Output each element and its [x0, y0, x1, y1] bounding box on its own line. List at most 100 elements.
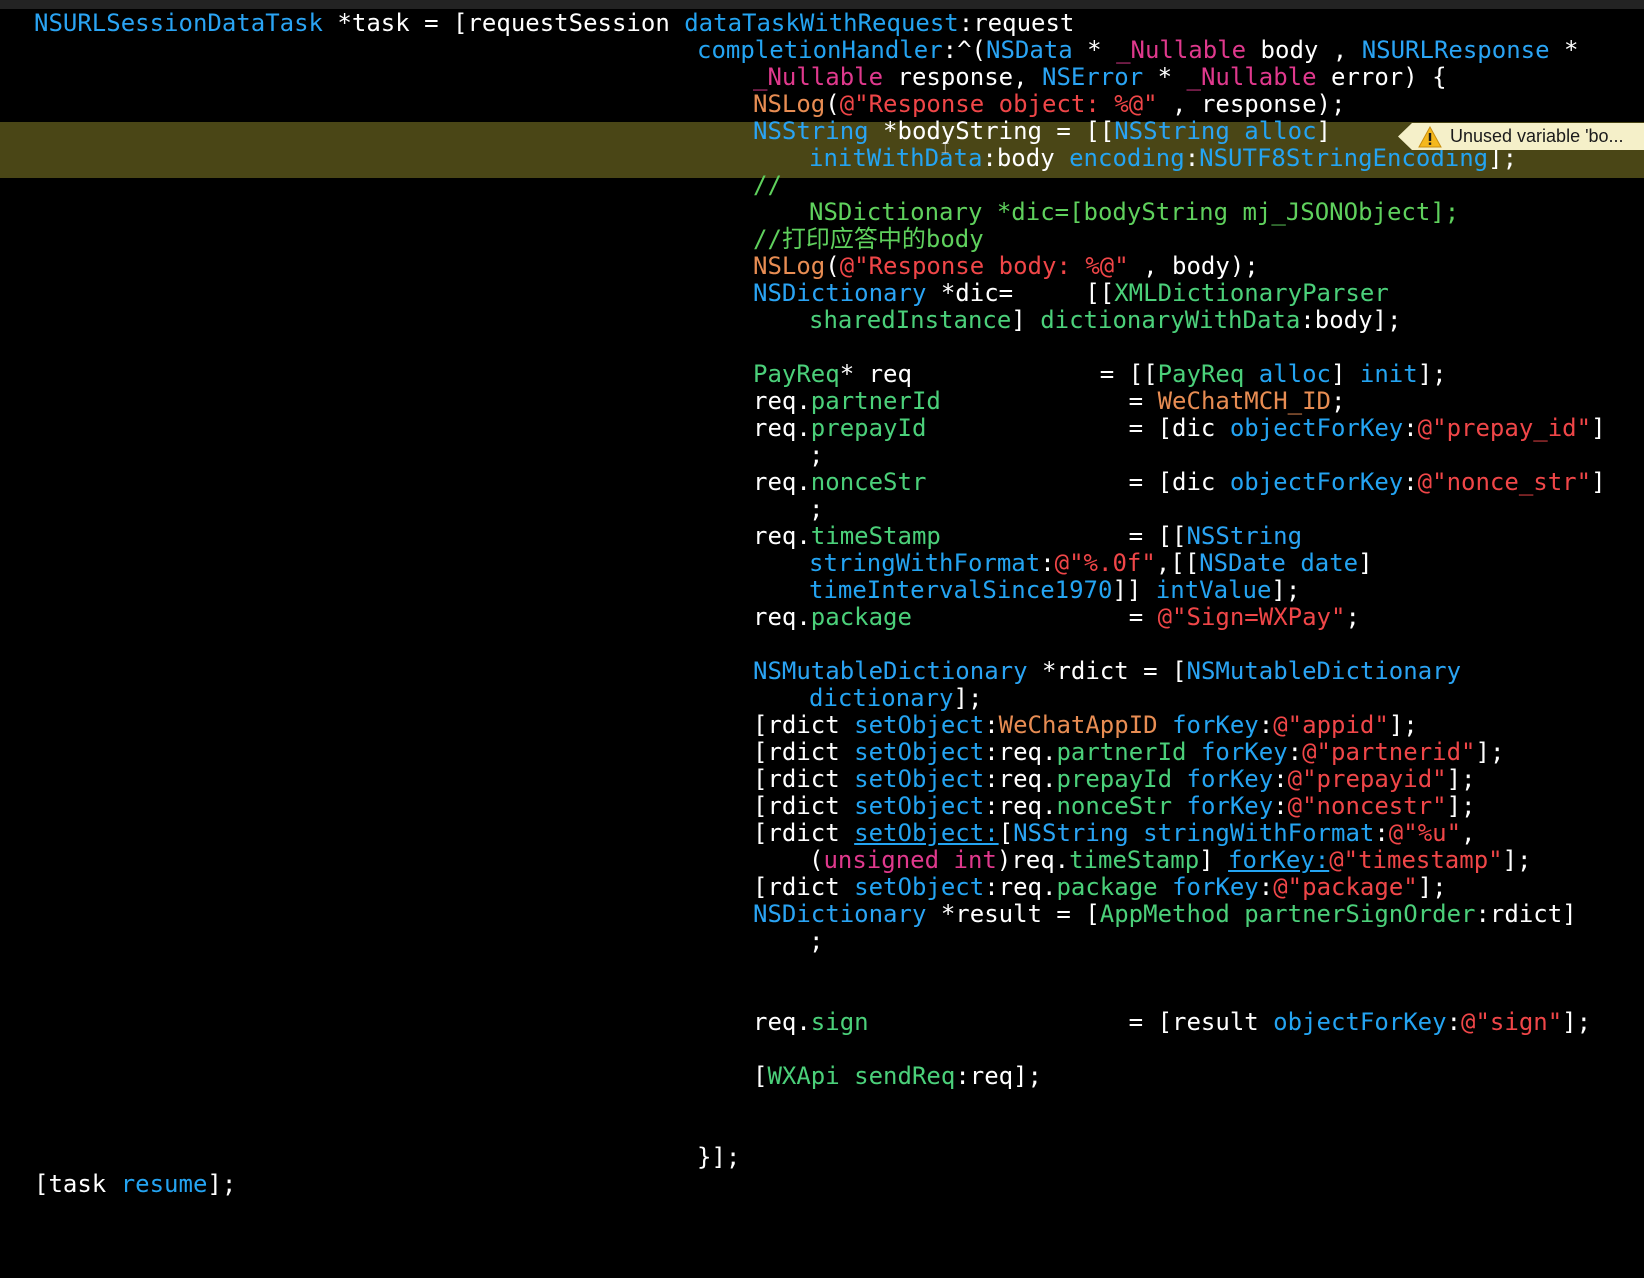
code-token: NSLog [753, 252, 826, 280]
code-token: partnerId [810, 387, 941, 415]
code-token: [rdict [753, 873, 855, 901]
code-line: [rdict setObject:req.partnerId forKey:@"… [753, 738, 1504, 766]
code-token: ]; [1475, 738, 1505, 766]
code-token: completionHandler [697, 36, 943, 64]
code-token: forKey: [1228, 846, 1330, 874]
code-token: req. [753, 1008, 811, 1036]
code-token: forKey [1200, 738, 1288, 766]
code-token: ] [1331, 360, 1360, 388]
code-token: unsigned int [823, 846, 997, 874]
code-token: partnerSignOrder [1244, 900, 1476, 928]
code-token: , [1461, 819, 1476, 847]
code-token: objectForKey [1229, 414, 1404, 442]
code-token: //打印应答中的body [753, 225, 984, 253]
warning-triangle-icon [1418, 125, 1442, 147]
code-token: prepayId [1056, 765, 1173, 793]
code-editor[interactable]: NSURLSessionDataTask *task = [requestSes… [0, 0, 1644, 1278]
code-token: _Nullable [1186, 63, 1317, 91]
code-token: = [[ [940, 522, 1187, 550]
code-line: req.timeStamp = [[NSString [753, 522, 1302, 550]
code-token: _Nullable [1116, 36, 1247, 64]
code-token: init [1359, 360, 1418, 388]
code-token: dictionary [809, 684, 954, 712]
code-token: = [result [868, 1008, 1274, 1036]
code-token: WXApi [767, 1062, 840, 1090]
code-token: sign [810, 1008, 869, 1036]
code-token: : [1403, 468, 1418, 496]
code-token: timeStamp [1069, 846, 1200, 874]
code-token: :req. [984, 792, 1057, 820]
code-token: }]; [697, 1143, 741, 1171]
code-token: req. [753, 522, 811, 550]
code-token: initWithData [809, 144, 983, 172]
code-token: ]; [1417, 873, 1447, 901]
code-token: : [1040, 549, 1055, 577]
code-token: ] [1316, 117, 1331, 145]
code-token: NSString [1114, 117, 1230, 145]
code-token: forKey [1172, 873, 1259, 901]
code-token: req. [753, 468, 811, 496]
code-token: NSString [1013, 819, 1129, 847]
code-line: [rdict setObject:req.package forKey:@"pa… [753, 873, 1447, 901]
code-token: forKey [1186, 792, 1274, 820]
code-token: :request [958, 9, 1075, 37]
code-token: body , [1246, 36, 1362, 64]
code-token: dictionaryWithData [1040, 306, 1301, 334]
code-line: req.package = @"Sign=WXPay"; [753, 603, 1360, 631]
code-token: * [1072, 36, 1117, 64]
code-token: ] [1358, 549, 1373, 577]
code-line: [rdict setObject:[NSString stringWithFor… [753, 819, 1476, 847]
code-token: *task = [requestSession [322, 9, 685, 37]
code-token: nonceStr [1056, 792, 1173, 820]
code-token: : [1258, 873, 1274, 901]
code-line: NSDictionary *result = [AppMethod partne… [753, 900, 1577, 928]
code-token: :^( [942, 36, 986, 64]
code-line: ; [809, 495, 823, 523]
unused-variable-warning[interactable]: Unused variable 'bo... [1398, 123, 1644, 150]
code-line: timeIntervalSince1970]] intValue]; [809, 576, 1300, 604]
code-token: = [940, 387, 1158, 415]
code-token: :req. [984, 873, 1057, 901]
code-token: NSMutableDictionary [753, 657, 1028, 685]
code-token: @"%.0f" [1054, 549, 1156, 577]
code-token: NSDate [1199, 549, 1286, 577]
code-line: req.sign = [result objectForKey:@"sign"]… [753, 1008, 1591, 1036]
code-line: _Nullable response, NSError * _Nullable … [753, 63, 1447, 91]
code-line: [rdict setObject:req.prepayId forKey:@"p… [753, 765, 1476, 793]
code-token: date [1300, 549, 1359, 577]
code-token: timeIntervalSince1970 [809, 576, 1113, 604]
code-token: [task [34, 1170, 121, 1198]
code-token: req. [753, 603, 811, 631]
code-token: ]; [1502, 846, 1532, 874]
code-token: [rdict [753, 738, 855, 766]
editor-top-edge [0, 0, 1644, 9]
code-token: package [1056, 873, 1158, 901]
code-token: WeChatMCH_ID [1157, 387, 1331, 415]
code-token: [rdict [753, 765, 855, 793]
code-token: ]; [1388, 711, 1418, 739]
code-line: NSURLSessionDataTask *task = [requestSes… [34, 9, 1074, 37]
code-line: NSDictionary *dic= [[XMLDictionaryParser [753, 279, 1389, 307]
code-token: NSData [986, 36, 1073, 64]
code-token: @"partnerid" [1302, 738, 1476, 766]
code-token: * [1143, 63, 1187, 91]
code-token: timeStamp [810, 522, 941, 550]
code-line: ; [809, 927, 823, 955]
code-token: setObject [854, 738, 985, 766]
code-token: * req = [[ [839, 360, 1158, 388]
code-token: sharedInstance [809, 306, 1012, 334]
code-token: ( [825, 90, 840, 118]
code-token: sendReq [854, 1062, 956, 1090]
code-line: completionHandler:^(NSData * _Nullable b… [697, 36, 1578, 64]
code-token: :body]; [1300, 306, 1402, 334]
code-line: ; [809, 441, 823, 469]
code-token: ; [809, 441, 824, 469]
code-token: PayReq [1157, 360, 1245, 388]
code-token: [rdict [753, 792, 855, 820]
code-line: [rdict setObject:WeChatAppID forKey:@"ap… [753, 711, 1418, 739]
code-token: :body [982, 144, 1070, 172]
code-token: NSDictionary *dic=[bodyString mj_JSONObj… [809, 198, 1460, 226]
code-token: NSString [753, 117, 869, 145]
